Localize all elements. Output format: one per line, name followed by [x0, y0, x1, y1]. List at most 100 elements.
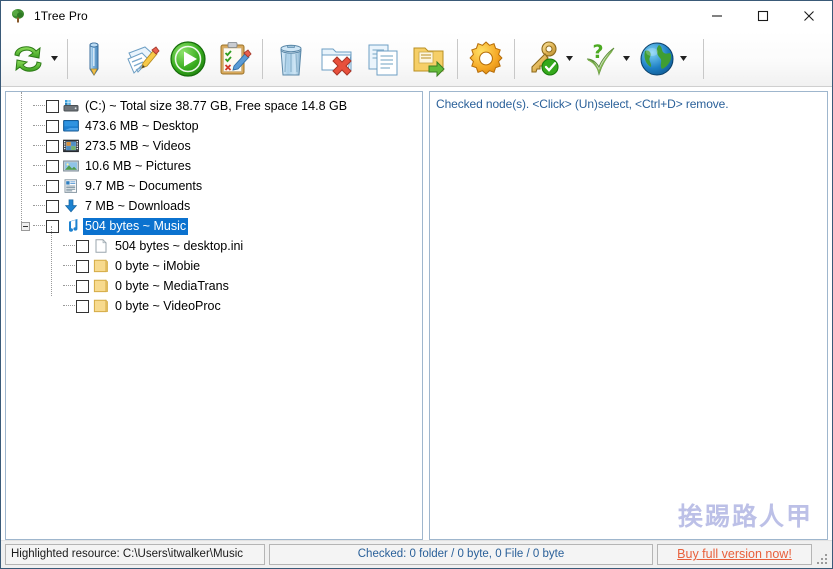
music-icon	[62, 218, 80, 234]
tree-node-label[interactable]: 504 bytes ~ Music	[83, 217, 189, 235]
tree-node[interactable]: 0 byte ~ MediaTrans	[6, 276, 422, 296]
documents-icon	[62, 178, 80, 194]
settings-button[interactable]	[463, 33, 509, 85]
tree-node-checkbox[interactable]	[76, 259, 89, 273]
tree-expander-placeholder	[48, 296, 63, 316]
file-tree[interactable]: (C:) ~ Total size 38.77 GB, Free space 1…	[6, 92, 422, 316]
tree-node[interactable]: 7 MB ~ Downloads	[6, 196, 422, 216]
delete-folder-button[interactable]	[314, 33, 360, 85]
tree-node-label[interactable]: 0 byte ~ VideoProc	[113, 298, 223, 315]
buy-full-version-cell[interactable]: Buy full version now!	[657, 543, 812, 565]
tree-node-label[interactable]: 473.6 MB ~ Desktop	[83, 118, 201, 135]
title-bar-left: 1Tree Pro	[1, 8, 88, 24]
tree-node[interactable]: 0 byte ~ iMobie	[6, 256, 422, 276]
chevron-down-icon[interactable]	[564, 56, 575, 61]
tree-node-label[interactable]: 504 bytes ~ desktop.ini	[113, 238, 245, 255]
tree-connector	[33, 96, 46, 116]
main-toolbar: ?	[1, 31, 832, 87]
checklist-edit-button[interactable]	[211, 33, 257, 85]
tree-connector	[33, 216, 46, 236]
tree-node[interactable]: 473.6 MB ~ Desktop	[6, 116, 422, 136]
clipboard-pencil-icon	[213, 38, 255, 80]
tree-node-checkbox[interactable]	[76, 239, 89, 253]
checked-nodes-panel[interactable]: Checked node(s). <Click> (Un)select, <Ct…	[429, 91, 828, 540]
chevron-down-icon[interactable]	[678, 56, 689, 61]
folder-delete-icon	[316, 38, 358, 80]
minimize-button[interactable]	[694, 1, 740, 31]
tree-node[interactable]: 10.6 MB ~ Pictures	[6, 156, 422, 176]
tree-node-checkbox[interactable]	[76, 299, 89, 313]
downloads-icon	[62, 198, 80, 214]
rename-button[interactable]	[73, 33, 119, 85]
close-button[interactable]	[786, 1, 832, 31]
tree-node[interactable]: 504 bytes ~ desktop.ini	[6, 236, 422, 256]
toolbar-separator	[703, 38, 704, 79]
tree-node-label[interactable]: 0 byte ~ iMobie	[113, 258, 202, 275]
green-recycle-arrows-icon	[7, 38, 49, 80]
buy-full-version-link[interactable]: Buy full version now!	[677, 547, 792, 561]
tree-node-checkbox[interactable]	[46, 119, 59, 133]
green-play-icon	[167, 38, 209, 80]
chevron-down-icon[interactable]	[621, 56, 632, 61]
tree-node-checkbox[interactable]	[46, 179, 59, 193]
tree-node[interactable]: 504 bytes ~ Music	[6, 216, 422, 236]
tree-node-checkbox[interactable]	[46, 139, 59, 153]
status-checked-summary: Checked: 0 folder / 0 byte, 0 File / 0 b…	[269, 543, 653, 565]
chevron-down-icon[interactable]	[49, 56, 60, 61]
toolbar-separator	[67, 38, 68, 79]
tree-connector	[63, 236, 76, 256]
resize-grip-icon[interactable]	[816, 544, 828, 565]
blue-pen-icon	[75, 38, 117, 80]
maximize-button[interactable]	[740, 1, 786, 31]
tree-node[interactable]: 273.5 MB ~ Videos	[6, 136, 422, 156]
tree-node-checkbox[interactable]	[76, 279, 89, 293]
tree-node-checkbox[interactable]	[46, 199, 59, 213]
license-button[interactable]	[520, 33, 577, 85]
pictures-icon	[62, 158, 80, 174]
folder-icon	[92, 258, 110, 274]
delete-to-recycle-bin-button[interactable]	[268, 33, 314, 85]
tree-node[interactable]: (C:) ~ Total size 38.77 GB, Free space 1…	[6, 96, 422, 116]
tree-node-checkbox[interactable]	[46, 99, 59, 113]
tree-node[interactable]: 0 byte ~ VideoProc	[6, 296, 422, 316]
tree-connector	[33, 156, 46, 176]
orange-gear-icon	[465, 38, 507, 80]
move-to-folder-button[interactable]	[406, 33, 452, 85]
tree-node[interactable]: 9.7 MB ~ Documents	[6, 176, 422, 196]
title-bar: 1Tree Pro	[1, 1, 832, 31]
status-highlighted-resource: Highlighted resource: C:\Users\itwalker\…	[5, 543, 265, 565]
file-icon	[92, 238, 110, 254]
file-tree-panel[interactable]: (C:) ~ Total size 38.77 GB, Free space 1…	[5, 91, 423, 540]
videos-icon	[62, 138, 80, 154]
tree-connector	[33, 136, 46, 156]
tree-connector	[33, 176, 46, 196]
refresh-scan-button[interactable]	[5, 33, 62, 85]
help-button[interactable]: ?	[577, 33, 634, 85]
tree-node-checkbox[interactable]	[46, 159, 59, 173]
desktop-icon	[62, 118, 80, 134]
main-content: (C:) ~ Total size 38.77 GB, Free space 1…	[1, 87, 832, 540]
website-button[interactable]	[634, 33, 691, 85]
run-button[interactable]	[165, 33, 211, 85]
tree-node-label[interactable]: 7 MB ~ Downloads	[83, 198, 192, 215]
svg-text:?: ?	[592, 41, 603, 63]
tree-guide-line	[21, 92, 23, 222]
tree-node-label[interactable]: (C:) ~ Total size 38.77 GB, Free space 1…	[83, 98, 349, 115]
copy-button[interactable]	[360, 33, 406, 85]
edit-document-button[interactable]	[119, 33, 165, 85]
tree-node-label[interactable]: 273.5 MB ~ Videos	[83, 138, 193, 155]
tree-node-label[interactable]: 10.6 MB ~ Pictures	[83, 158, 193, 175]
tree-node-label[interactable]: 9.7 MB ~ Documents	[83, 178, 204, 195]
tree-icon	[10, 8, 26, 24]
tree-node-label[interactable]: 0 byte ~ MediaTrans	[113, 278, 231, 295]
toolbar-separator	[457, 38, 458, 79]
key-check-icon	[522, 38, 564, 80]
